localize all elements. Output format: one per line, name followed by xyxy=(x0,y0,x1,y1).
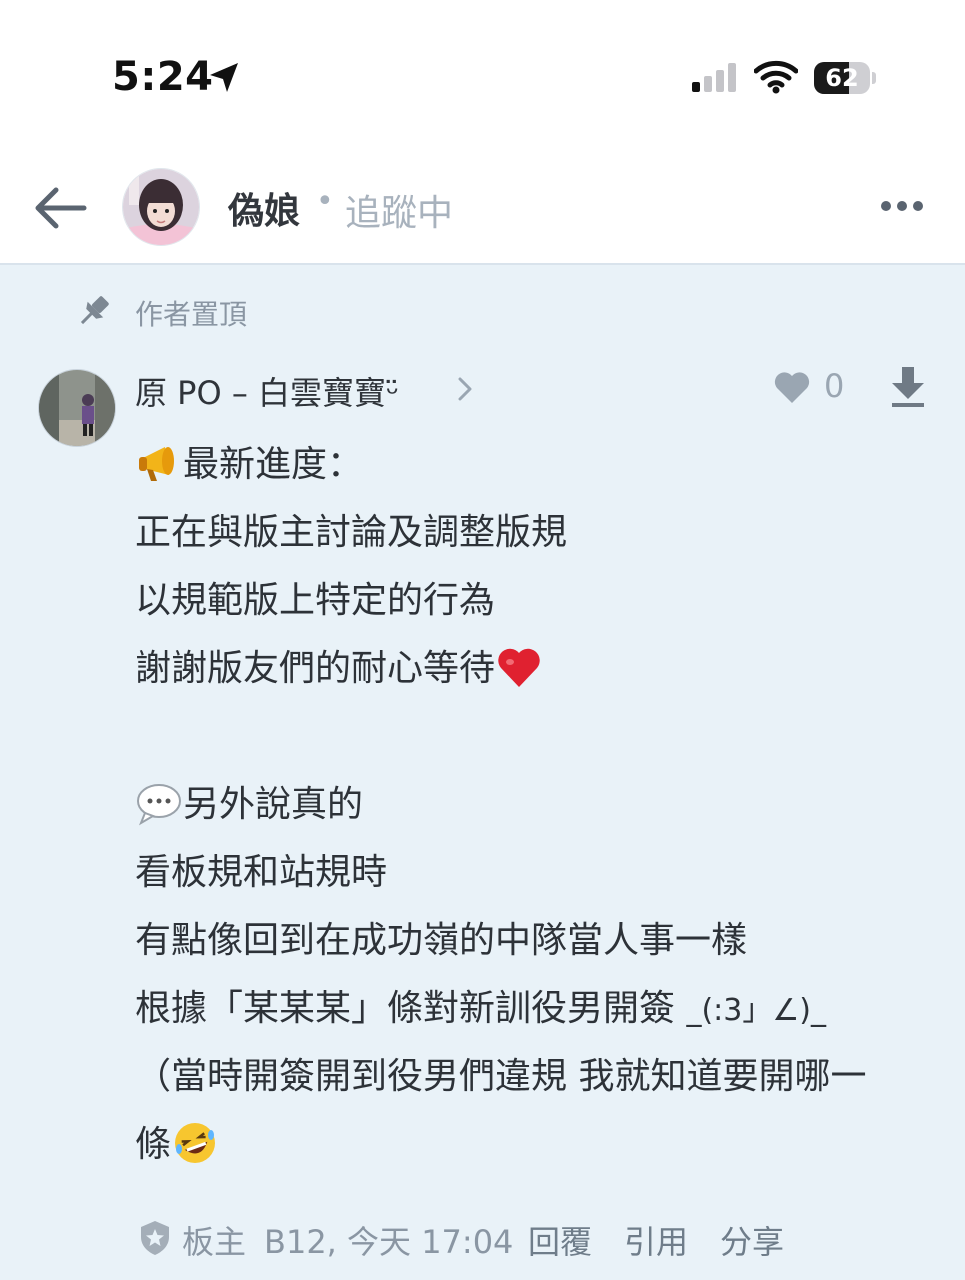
quote-button[interactable]: 引用 xyxy=(624,1217,688,1263)
location-arrow-icon xyxy=(210,63,238,92)
post-line: （當時開簽開到役男們違規 我就知道要開哪一 xyxy=(135,1056,867,1097)
battery-body: 62 xyxy=(814,62,870,94)
post-line: 看板規和站規時 xyxy=(135,852,388,893)
battery-indicator: 62 xyxy=(814,62,876,94)
post-line-text: 根據「某某某」條對新訓役男開簽 xyxy=(135,988,676,1029)
battery-level: 62 xyxy=(825,64,859,92)
moderator-badge: 板主 xyxy=(182,1223,247,1261)
post-line: 正在與版主討論及調整版規 xyxy=(135,512,568,553)
post-line-text: 謝謝版友們的耐心等待 xyxy=(135,648,496,689)
post-line-text: 另外說真的 xyxy=(183,784,364,825)
post-line: 最新進度： xyxy=(135,431,935,499)
board-avatar[interactable] xyxy=(122,168,200,246)
author-avatar[interactable] xyxy=(38,369,116,447)
wifi-icon xyxy=(754,60,798,94)
cellular-signal-icon xyxy=(692,63,736,92)
post-line: 謝謝版友們的耐心等待 xyxy=(135,635,935,703)
like-count: 0 xyxy=(824,367,845,405)
red-heart-icon xyxy=(498,648,540,687)
shrug-kaomoji: _(:3」∠)_ xyxy=(686,993,826,1028)
pinned-post: 作者置頂 原 PO – 白雲寶寶ᵕ̈ 0 最新進度： 正在與版主討論及調整版規 … xyxy=(0,265,965,1280)
post-line-blank xyxy=(135,703,935,771)
post-line-text: 最新進度： xyxy=(183,444,364,485)
author-name-text: 原 PO – 白雲寶寶 xyxy=(135,374,387,412)
reply-button[interactable]: 回覆 xyxy=(528,1217,592,1263)
heart-icon xyxy=(774,372,810,403)
floor-and-time: B12, 今天 17:04 xyxy=(264,1223,514,1261)
like-button[interactable]: 0 xyxy=(772,365,852,409)
battery-cap xyxy=(872,72,876,84)
pinned-label: 作者置頂 xyxy=(135,298,248,331)
status-time: 5:24 xyxy=(112,54,214,100)
post-line: 條 xyxy=(135,1111,935,1179)
post-line: 以規範版上特定的行為 xyxy=(135,580,496,621)
chevron-right-icon[interactable] xyxy=(452,371,478,407)
back-arrow-icon[interactable] xyxy=(24,180,94,236)
author-avatar-image xyxy=(39,370,115,446)
board-title[interactable]: 偽娘 xyxy=(228,182,300,234)
speech-bubble-icon xyxy=(137,784,181,826)
post-line: 有點像回到在成功嶺的中隊當人事一樣 xyxy=(135,920,748,961)
post-line: 另外說真的 xyxy=(135,771,935,839)
status-bar: 5:24 62 xyxy=(0,0,965,150)
post-line: 根據「某某某」條對新訓役男開簽 _(:3」∠)_ xyxy=(135,975,935,1043)
pin-icon xyxy=(80,296,109,325)
shield-icon xyxy=(141,1221,169,1255)
megaphone-icon xyxy=(139,447,174,481)
post-line-text: 條 xyxy=(135,1124,172,1165)
download-arrow-icon[interactable] xyxy=(888,365,928,409)
share-button[interactable]: 分享 xyxy=(720,1217,784,1263)
author-name[interactable]: 原 PO – 白雲寶寶ᵕ̈ xyxy=(135,368,399,414)
board-avatar-image xyxy=(123,169,199,245)
rolling-laugh-icon xyxy=(175,1123,216,1163)
post-footer: 板主 B12, 今天 17:04 回覆 引用 分享 xyxy=(138,1213,958,1263)
author-decoration: ᵕ̈ xyxy=(386,374,400,412)
header-separator: • xyxy=(316,184,334,219)
post-content: 最新進度： 正在與版主討論及調整版規 以規範版上特定的行為 謝謝版友們的耐心等待… xyxy=(135,431,935,1179)
more-dots-icon[interactable] xyxy=(870,190,934,222)
follow-status[interactable]: 追蹤中 xyxy=(345,184,453,236)
nav-header: 偽娘 • 追蹤中 xyxy=(0,150,965,263)
